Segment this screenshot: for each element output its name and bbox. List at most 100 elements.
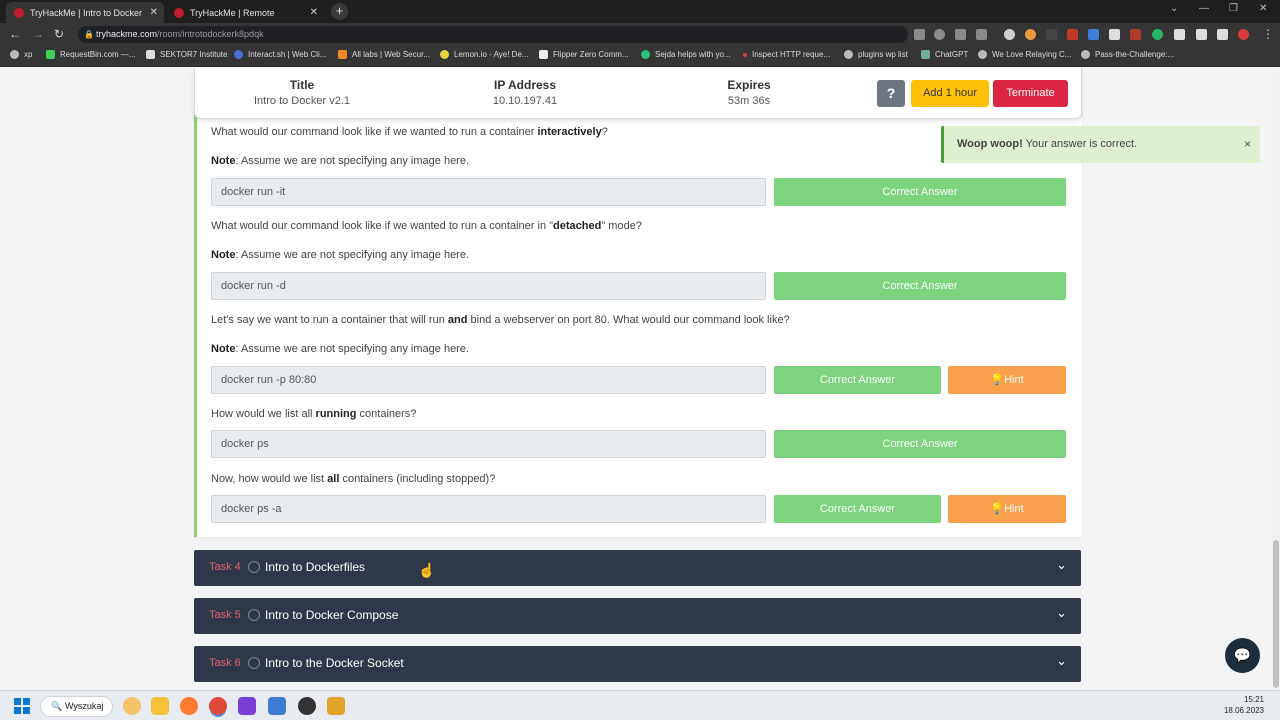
bookmark-item[interactable]: We Love Relaying C... (978, 50, 1071, 59)
browser-tab-bar: TryHackMe | Intro to Docker ✕ TryHackMe … (0, 0, 1280, 23)
page-scrollbar[interactable] (1272, 68, 1280, 690)
translate-icon[interactable] (914, 29, 925, 40)
question-note: Note: Assume we are not specifying any i… (211, 155, 470, 167)
page-content: What would our command look like if we w… (0, 68, 1272, 690)
task-row-6[interactable]: Task 6 Intro to the Docker Socket ⌄ (194, 646, 1081, 682)
answer-field[interactable]: docker ps (211, 430, 766, 458)
restore-icon[interactable]: ❐ (1229, 3, 1238, 14)
question-note: Note: Assume we are not specifying any i… (211, 343, 470, 355)
question-text: What would our command look like if we w… (211, 126, 608, 138)
bookmark-item[interactable]: RequestBin.com —... (46, 50, 136, 59)
bookmark-item[interactable]: SEKTOR7 Institute (146, 50, 227, 59)
minimize-icon[interactable]: — (1199, 3, 1209, 14)
hint-button[interactable]: 💡Hint (948, 366, 1066, 394)
bookmarks-bar: xp RequestBin.com —... SEKTOR7 Institute… (0, 46, 1280, 67)
forward-icon[interactable]: → (32, 27, 44, 41)
bookmark-item[interactable]: xp (10, 50, 32, 59)
bookmark-star-icon[interactable] (976, 29, 987, 40)
extension-green-icon[interactable] (1152, 29, 1163, 40)
add-hour-button[interactable]: Add 1 hour (911, 80, 989, 107)
lemon-icon (440, 50, 449, 59)
chrome-icon[interactable] (209, 697, 227, 715)
requestbin-icon (46, 50, 55, 59)
correct-answer-button[interactable]: Correct Answer (774, 495, 941, 523)
toast-close-icon[interactable]: × (1244, 126, 1251, 163)
new-tab-button[interactable]: + (331, 3, 348, 20)
bookmark-item[interactable]: Lemon.io - Aye! De... (440, 50, 529, 59)
bookmark-item[interactable]: Pass-the-Challenge:... (1081, 50, 1174, 59)
task-row-5[interactable]: Task 5 Intro to Docker Compose ⌄ (194, 598, 1081, 634)
bookmark-item[interactable]: All labs | Web Secur... (338, 50, 430, 59)
bookmark-item[interactable]: Flipper Zero Comm... (539, 50, 629, 59)
reading-list-icon[interactable] (1196, 29, 1207, 40)
tryhackme-favicon-icon (14, 7, 24, 18)
bookmark-item[interactable]: plugins wp list (844, 50, 908, 59)
extension-blue-icon[interactable] (1088, 29, 1099, 40)
tryhackme-favicon-icon (174, 7, 184, 18)
system-clock[interactable]: 15:21 18.06.2023 (1224, 694, 1264, 716)
extension-icon[interactable] (1046, 29, 1057, 40)
answer-field[interactable]: docker run -it (211, 178, 766, 206)
share-icon[interactable] (955, 29, 966, 40)
extension-pen-icon[interactable] (1109, 29, 1120, 40)
chevron-down-icon[interactable]: ⌄ (1056, 557, 1067, 573)
app-dark-icon[interactable] (298, 697, 316, 715)
extension-badge-icon[interactable] (1130, 29, 1141, 40)
answer-field[interactable]: docker ps -a (211, 495, 766, 523)
app-purple-icon[interactable] (238, 697, 256, 715)
machine-title: Title Intro to Docker v2.1 (254, 78, 350, 107)
tab-close-icon[interactable]: ✕ (150, 7, 158, 18)
task-number: Task 4 (209, 561, 241, 573)
hint-button[interactable]: 💡Hint (948, 495, 1066, 523)
answer-field[interactable]: docker run -p 80:80 (211, 366, 766, 394)
bookmark-item[interactable]: Sejda helps with yo... (641, 50, 731, 59)
bookmark-item[interactable]: Interact.sh | Web Cli... (234, 50, 326, 59)
chevron-down-icon[interactable]: ⌄ (1056, 653, 1067, 669)
correct-answer-button[interactable]: Correct Answer (774, 272, 1066, 300)
extensions-puzzle-icon[interactable] (1174, 29, 1185, 40)
firefox-icon[interactable] (180, 697, 198, 715)
url-bar[interactable]: 🔒 tryhackme.com/room/introtodockerk8pdqk (78, 26, 908, 43)
tab-search-chevron-icon[interactable]: ⌄ (1170, 3, 1178, 14)
inspect-http-icon (743, 52, 747, 57)
correct-answer-button[interactable]: Correct Answer (774, 430, 1066, 458)
menu-kebab-icon[interactable]: ⋮ (1262, 27, 1274, 41)
taskbar-search[interactable]: 🔍 Wyszukaj (40, 696, 113, 717)
chat-support-icon[interactable]: 💬 (1225, 638, 1260, 673)
side-panel-icon[interactable] (1217, 29, 1228, 40)
windows-start-icon[interactable] (14, 698, 30, 714)
task-row-4[interactable]: Task 4 Intro to Dockerfiles ⌄ (194, 550, 1081, 586)
extension-red-icon[interactable] (1067, 29, 1078, 40)
reload-icon[interactable]: ↻ (54, 27, 64, 41)
tab-close-icon[interactable]: ✕ (310, 7, 318, 18)
extension-cookie-icon[interactable] (1025, 29, 1036, 40)
tab-remote[interactable]: TryHackMe | Remote ✕ (166, 2, 324, 23)
answer-field[interactable]: docker run -d (211, 272, 766, 300)
sejda-icon (641, 50, 650, 59)
toast-message: Your answer is correct. (1022, 138, 1138, 150)
help-button[interactable]: ? (877, 80, 905, 107)
bookmark-item[interactable]: ChatGPT (921, 50, 968, 59)
scrollbar-thumb[interactable] (1273, 540, 1279, 688)
tab-intro-to-docker[interactable]: TryHackMe | Intro to Docker ✕ (6, 2, 164, 23)
bookmark-item[interactable]: Inspect HTTP reque... (743, 50, 830, 59)
address-toolbar: ← → ↻ 🔒 tryhackme.com/room/introtodocker… (0, 23, 1280, 46)
extension-gear-icon[interactable] (1004, 29, 1015, 40)
chevron-down-icon[interactable]: ⌄ (1056, 605, 1067, 621)
profile-avatar-icon[interactable] (1238, 29, 1249, 40)
sektor7-icon (146, 50, 155, 59)
zoom-icon[interactable] (934, 29, 945, 40)
window-close-icon[interactable]: ✕ (1259, 3, 1267, 14)
virtualbox-icon[interactable] (268, 697, 286, 715)
tab-title: TryHackMe | Remote (190, 7, 275, 18)
url-path: /room/introtodockerk8pdqk (157, 29, 264, 39)
lightbulb-icon: 💡 (990, 503, 1005, 515)
back-icon[interactable]: ← (9, 27, 21, 41)
correct-answer-button[interactable]: Correct Answer (774, 366, 941, 394)
file-explorer-icon[interactable] (151, 697, 169, 715)
app-sublime-icon[interactable] (327, 697, 345, 715)
terminate-button[interactable]: Terminate (993, 80, 1068, 107)
question-note: Note: Assume we are not specifying any i… (211, 249, 470, 261)
correct-answer-button[interactable]: Correct Answer (774, 178, 1066, 206)
weather-icon[interactable] (123, 697, 141, 715)
